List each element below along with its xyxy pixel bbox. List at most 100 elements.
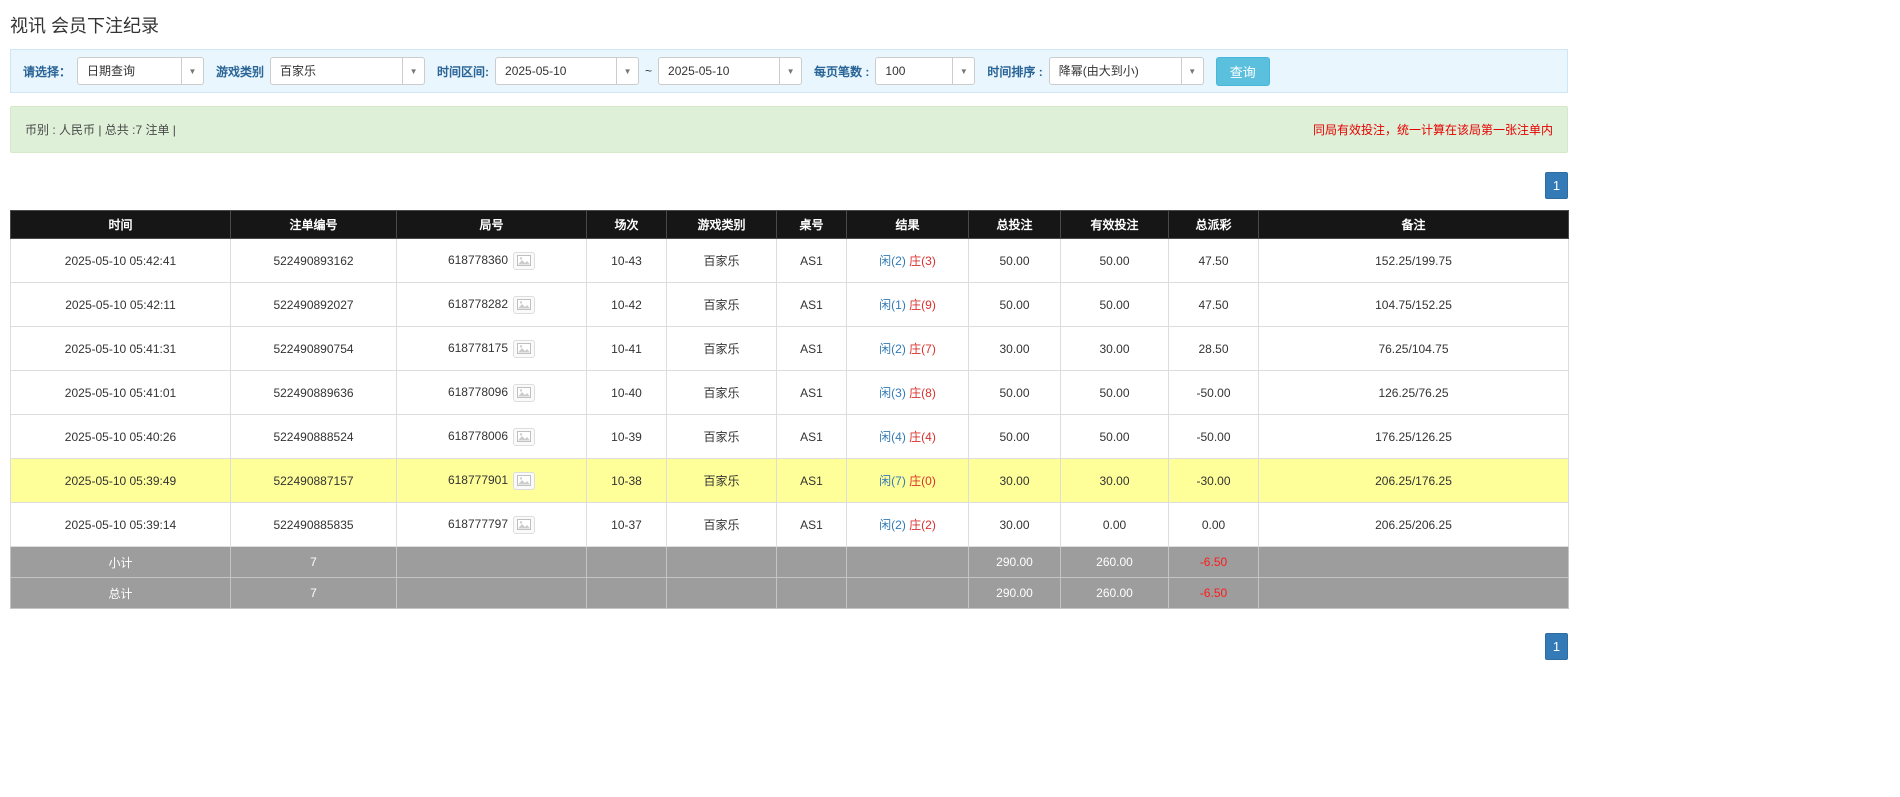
summary-notice: 同局有效投注，统一计算在该局第一张注单内 bbox=[1312, 123, 1553, 137]
cell-note: 126.25/76.25 bbox=[1258, 370, 1569, 415]
chevron-down-icon[interactable]: ▼ bbox=[182, 57, 205, 85]
cell-game: 百家乐 bbox=[666, 414, 777, 459]
cell-time: 2025-05-10 05:41:31 bbox=[10, 326, 231, 371]
total-count: 7 bbox=[230, 577, 397, 609]
result-player: 闲(4) bbox=[879, 430, 906, 444]
page-size-group: 每页笔数 : 100 ▼ bbox=[814, 57, 976, 85]
round-result-image-icon[interactable] bbox=[513, 471, 536, 490]
subtotal-payout: -6.50 bbox=[1168, 546, 1259, 578]
header-total-bet: 总投注 bbox=[968, 210, 1061, 239]
round-number: 618777901 bbox=[447, 472, 509, 487]
subtotal-empty bbox=[666, 546, 777, 578]
chevron-down-icon[interactable]: ▼ bbox=[1181, 57, 1204, 85]
query-type-select[interactable]: 日期查询 ▼ bbox=[77, 57, 205, 85]
result-banker: 庄(0) bbox=[909, 474, 936, 488]
total-empty bbox=[396, 577, 587, 609]
result-player: 闲(3) bbox=[879, 386, 906, 400]
date-from-select[interactable]: 2025-05-10 ▼ bbox=[495, 57, 640, 85]
subtotal-empty bbox=[396, 546, 587, 578]
table-header-row: 时间 注单编号 局号 场次 游戏类别 桌号 结果 总投注 有效投注 总派彩 备注 bbox=[10, 210, 1569, 239]
cell-game: 百家乐 bbox=[666, 326, 777, 371]
subtotal-count: 7 bbox=[230, 546, 397, 578]
game-type-select[interactable]: 百家乐 ▼ bbox=[270, 57, 426, 85]
query-type-group: 请选择： 日期查询 ▼ bbox=[23, 57, 205, 85]
cell-payout: -50.00 bbox=[1168, 370, 1259, 415]
total-empty bbox=[586, 577, 667, 609]
cell-note: 152.25/199.75 bbox=[1258, 238, 1569, 283]
game-type-group: 游戏类别 百家乐 ▼ bbox=[216, 57, 426, 85]
date-range-tilde: ~ bbox=[645, 64, 653, 78]
result-banker: 庄(9) bbox=[909, 298, 936, 312]
total-empty bbox=[776, 577, 847, 609]
cell-note: 104.75/152.25 bbox=[1258, 282, 1569, 327]
date-to-select[interactable]: 2025-05-10 ▼ bbox=[658, 57, 803, 85]
cell-result: 闲(3) 庄(8) bbox=[846, 370, 969, 415]
cell-bet-id: 522490892027 bbox=[230, 282, 397, 327]
cell-result: 闲(1) 庄(9) bbox=[846, 282, 969, 327]
cell-payout: -50.00 bbox=[1168, 414, 1259, 459]
sort-value: 降幂(由大到小) bbox=[1048, 57, 1182, 85]
cell-note: 176.25/126.25 bbox=[1258, 414, 1569, 459]
cell-total-bet: 50.00 bbox=[968, 238, 1061, 283]
chevron-down-icon[interactable]: ▼ bbox=[953, 57, 976, 85]
cell-valid-bet: 50.00 bbox=[1060, 282, 1169, 327]
cell-bet-id: 522490889636 bbox=[230, 370, 397, 415]
date-from-value: 2025-05-10 bbox=[495, 57, 618, 85]
chevron-down-icon[interactable]: ▼ bbox=[780, 57, 803, 85]
cell-time: 2025-05-10 05:40:26 bbox=[10, 414, 231, 459]
subtotal-row: 小计 7 290.00 260.00 -6.50 bbox=[10, 546, 1569, 578]
header-bet-id: 注单编号 bbox=[230, 210, 397, 239]
header-result: 结果 bbox=[846, 210, 969, 239]
cell-valid-bet: 30.00 bbox=[1060, 326, 1169, 371]
page-1-button[interactable]: 1 bbox=[1545, 633, 1568, 660]
result-banker: 庄(3) bbox=[909, 254, 936, 268]
summary-currency-count: 币别 : 人民币 | 总共 :7 注单 | bbox=[25, 123, 176, 137]
cell-round: 618778282 bbox=[396, 282, 587, 327]
header-payout: 总派彩 bbox=[1168, 210, 1259, 239]
sort-select[interactable]: 降幂(由大到小) ▼ bbox=[1048, 57, 1204, 85]
cell-total-bet: 50.00 bbox=[968, 414, 1061, 459]
page-size-select[interactable]: 100 ▼ bbox=[875, 57, 976, 85]
result-banker: 庄(4) bbox=[909, 430, 936, 444]
page-container: 视讯 会员下注纪录 请选择： 日期查询 ▼ 游戏类别 百家乐 ▼ 时间区间: 2… bbox=[10, 0, 1569, 660]
cell-table: AS1 bbox=[776, 502, 847, 547]
date-range-group: 时间区间: 2025-05-10 ▼ ~ 2025-05-10 ▼ bbox=[437, 57, 803, 85]
search-button[interactable]: 查询 bbox=[1215, 56, 1270, 86]
table-row: 2025-05-10 05:41:01 522490889636 6187780… bbox=[10, 370, 1569, 415]
table-row: 2025-05-10 05:41:31 522490890754 6187781… bbox=[10, 326, 1569, 371]
table-row: 2025-05-10 05:42:41 522490893162 6187783… bbox=[10, 238, 1569, 283]
cell-round: 618778360 bbox=[396, 238, 587, 283]
round-result-image-icon[interactable] bbox=[513, 251, 536, 270]
subtotal-total-bet: 290.00 bbox=[968, 546, 1061, 578]
cell-round: 618777797 bbox=[396, 502, 587, 547]
cell-payout: 28.50 bbox=[1168, 326, 1259, 371]
round-result-image-icon[interactable] bbox=[513, 383, 536, 402]
cell-session: 10-37 bbox=[586, 502, 667, 547]
query-type-value: 日期查询 bbox=[77, 57, 183, 85]
cell-table: AS1 bbox=[776, 458, 847, 503]
table-row: 2025-05-10 05:40:26 522490888524 6187780… bbox=[10, 414, 1569, 459]
chevron-down-icon[interactable]: ▼ bbox=[617, 57, 640, 85]
cell-note: 76.25/104.75 bbox=[1258, 326, 1569, 371]
cell-bet-id: 522490887157 bbox=[230, 458, 397, 503]
round-number: 618778282 bbox=[447, 296, 509, 311]
round-result-image-icon[interactable] bbox=[513, 295, 536, 314]
cell-result: 闲(2) 庄(7) bbox=[846, 326, 969, 371]
round-number: 618778006 bbox=[447, 428, 509, 443]
cell-session: 10-38 bbox=[586, 458, 667, 503]
round-result-image-icon[interactable] bbox=[513, 427, 536, 446]
cell-bet-id: 522490888524 bbox=[230, 414, 397, 459]
page-1-button[interactable]: 1 bbox=[1545, 172, 1568, 199]
page-title: 视讯 会员下注纪录 bbox=[10, 16, 160, 36]
round-result-image-icon[interactable] bbox=[513, 515, 536, 534]
cell-result: 闲(2) 庄(2) bbox=[846, 502, 969, 547]
summary-bar: 币别 : 人民币 | 总共 :7 注单 | 同局有效投注，统一计算在该局第一张注… bbox=[10, 106, 1568, 153]
header-note: 备注 bbox=[1258, 210, 1569, 239]
page-size-label: 每页笔数 : bbox=[814, 64, 870, 79]
round-result-image-icon[interactable] bbox=[513, 339, 536, 358]
result-banker: 庄(7) bbox=[909, 342, 936, 356]
cell-table: AS1 bbox=[776, 414, 847, 459]
cell-time: 2025-05-10 05:42:11 bbox=[10, 282, 231, 327]
round-number: 618778360 bbox=[447, 252, 509, 267]
chevron-down-icon[interactable]: ▼ bbox=[403, 57, 426, 85]
